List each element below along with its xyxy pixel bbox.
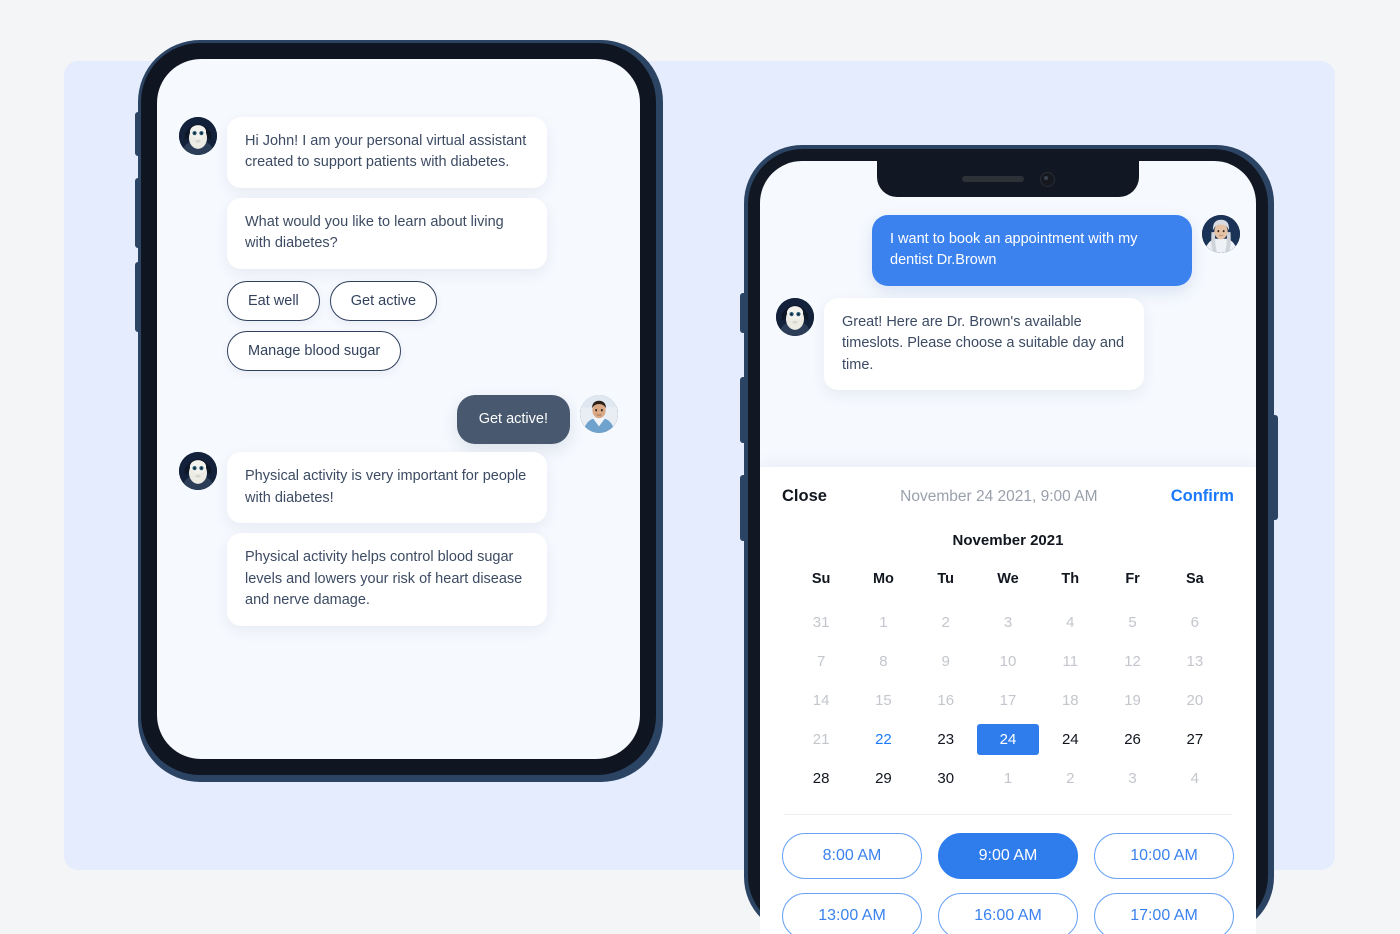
calendar-day[interactable]: 16 xyxy=(915,685,977,716)
calendar-day[interactable]: 14 xyxy=(790,685,852,716)
calendar-day[interactable]: 5 xyxy=(1101,607,1163,638)
message-row-bot-intro: Hi John! I am your personal virtual assi… xyxy=(179,117,618,269)
calendar-day[interactable]: 3 xyxy=(977,607,1039,638)
calendar-day[interactable]: 6 xyxy=(1164,607,1226,638)
right-phone-mockup: I want to book an appointment with my de… xyxy=(740,145,1278,934)
quick-reply-get-active[interactable]: Get active xyxy=(329,280,438,321)
calendar-day[interactable]: 21 xyxy=(790,724,852,755)
confirm-button[interactable]: Confirm xyxy=(1171,487,1234,506)
message-row-bot-answer: Physical activity is very important for … xyxy=(179,452,618,626)
chat-bubble-user: I want to book an appointment with my de… xyxy=(872,215,1192,286)
timeslot-button[interactable]: 10:00 AM xyxy=(1094,833,1234,879)
robot-avatar xyxy=(179,117,217,155)
weekday-header-mo: Mo xyxy=(872,571,894,587)
phone-notch xyxy=(877,161,1139,197)
calendar-day[interactable]: 8 xyxy=(852,646,914,677)
left-phone-volume-down-button[interactable] xyxy=(135,262,140,332)
left-chat-thread: Hi John! I am your personal virtual assi… xyxy=(157,59,640,759)
right-phone-screen: I want to book an appointment with my de… xyxy=(760,161,1256,934)
right-phone-volume-down-button[interactable] xyxy=(740,475,746,541)
calendar-day[interactable]: 30 xyxy=(915,763,977,794)
chat-bubble-bot: Physical activity is very important for … xyxy=(227,452,547,524)
quick-reply-eat-well[interactable]: Eat well xyxy=(227,280,320,321)
calendar-day[interactable]: 28 xyxy=(790,763,852,794)
front-camera-icon xyxy=(1039,171,1055,187)
calendar-day[interactable]: 26 xyxy=(1101,724,1163,755)
calendar-day[interactable]: 2 xyxy=(915,607,977,638)
selected-datetime-label: November 24 2021, 9:00 AM xyxy=(900,487,1098,505)
timeslot-button[interactable]: 16:00 AM xyxy=(938,893,1078,934)
calendar-day[interactable]: 18 xyxy=(1039,685,1101,716)
left-phone-mute-switch[interactable] xyxy=(135,112,140,156)
right-phone-volume-up-button[interactable] xyxy=(740,377,746,443)
right-phone-power-button[interactable] xyxy=(1272,415,1278,520)
calendar-day[interactable]: 13 xyxy=(1164,646,1226,677)
weekday-header-th: Th xyxy=(1061,571,1080,587)
close-button[interactable]: Close xyxy=(782,487,827,506)
calendar-day[interactable]: 29 xyxy=(852,763,914,794)
calendar-day[interactable]: 4 xyxy=(1164,763,1226,794)
weekday-header-fr: Fr xyxy=(1125,571,1140,587)
calendar-day[interactable]: 1 xyxy=(852,607,914,638)
timeslot-button-selected[interactable]: 9:00 AM xyxy=(938,833,1078,879)
calendar-day[interactable]: 24 xyxy=(1039,724,1101,755)
calendar-day[interactable]: 19 xyxy=(1101,685,1163,716)
chat-bubble-bot: What would you like to learn about livin… xyxy=(227,197,547,269)
chat-bubble-bot: Physical activity helps control blood su… xyxy=(227,533,547,626)
calendar-day[interactable]: 11 xyxy=(1039,646,1101,677)
weekday-header-sa: Sa xyxy=(1185,571,1204,587)
chat-bubble-bot: Great! Here are Dr. Brown's available ti… xyxy=(824,297,1144,391)
calendar-day[interactable]: 20 xyxy=(1164,685,1226,716)
calendar-day[interactable]: 4 xyxy=(1039,607,1101,638)
calendar-day[interactable]: 27 xyxy=(1164,724,1226,755)
calendar-day-today[interactable]: 22 xyxy=(852,724,914,755)
weekday-header-tu: Tu xyxy=(937,571,955,587)
picker-header: Close November 24 2021, 9:00 AM Confirm xyxy=(782,487,1234,506)
message-row-user-request: I want to book an appointment with my de… xyxy=(776,215,1240,286)
calendar-day[interactable]: 7 xyxy=(790,646,852,677)
bot-answer-bubbles: Physical activity is very important for … xyxy=(227,452,547,626)
calendar-day[interactable]: 17 xyxy=(977,685,1039,716)
calendar-day[interactable]: 3 xyxy=(1101,763,1163,794)
calendar-grid: Su Mo Tu We Th Fr Sa 31 1 2 3 4 5 6 7 8 xyxy=(790,571,1226,794)
weekday-header-su: Su xyxy=(811,571,831,587)
woman-avatar xyxy=(1202,215,1240,253)
calendar-day[interactable]: 9 xyxy=(915,646,977,677)
left-phone-volume-up-button[interactable] xyxy=(135,178,140,248)
earpiece-speaker-icon xyxy=(961,176,1024,182)
timeslot-group: 8:00 AM 9:00 AM 10:00 AM 13:00 AM 16:00 … xyxy=(782,815,1234,934)
screenshot-stage: Hi John! I am your personal virtual assi… xyxy=(0,0,1400,934)
message-row-bot-timeslots: Great! Here are Dr. Brown's available ti… xyxy=(776,297,1240,391)
quick-reply-manage-blood-sugar[interactable]: Manage blood sugar xyxy=(227,330,402,371)
timeslot-button[interactable]: 13:00 AM xyxy=(782,893,922,934)
chat-bubble-user: Get active! xyxy=(456,394,570,445)
bot-intro-bubbles: Hi John! I am your personal virtual assi… xyxy=(227,117,547,269)
timeslot-button[interactable]: 8:00 AM xyxy=(782,833,922,879)
timeslot-button[interactable]: 17:00 AM xyxy=(1094,893,1234,934)
right-chat-thread: I want to book an appointment with my de… xyxy=(760,161,1256,412)
message-row-user-reply: Get active! xyxy=(179,394,618,445)
robot-avatar xyxy=(179,452,217,491)
left-phone-mockup: Hi John! I am your personal virtual assi… xyxy=(135,40,663,782)
man-avatar xyxy=(580,394,618,433)
calendar-day[interactable]: 15 xyxy=(852,685,914,716)
chat-bubble-bot: Hi John! I am your personal virtual assi… xyxy=(227,117,547,188)
calendar-day-selected[interactable]: 24 xyxy=(976,724,1040,755)
calendar-day[interactable]: 23 xyxy=(915,724,977,755)
date-time-picker-sheet: Close November 24 2021, 9:00 AM Confirm … xyxy=(760,467,1256,934)
weekday-header-we: We xyxy=(997,571,1019,587)
left-phone-screen: Hi John! I am your personal virtual assi… xyxy=(157,59,640,759)
right-phone-mute-switch[interactable] xyxy=(740,293,746,333)
calendar-day[interactable]: 1 xyxy=(977,763,1039,794)
robot-avatar xyxy=(776,297,814,336)
month-label: November 2021 xyxy=(952,532,1064,549)
calendar-day[interactable]: 31 xyxy=(790,607,852,638)
calendar-day[interactable]: 12 xyxy=(1101,646,1163,677)
calendar-day[interactable]: 10 xyxy=(977,646,1039,677)
calendar-day[interactable]: 2 xyxy=(1039,763,1101,794)
quick-reply-chip-group: Eat well Get active Manage blood sugar xyxy=(227,280,557,371)
